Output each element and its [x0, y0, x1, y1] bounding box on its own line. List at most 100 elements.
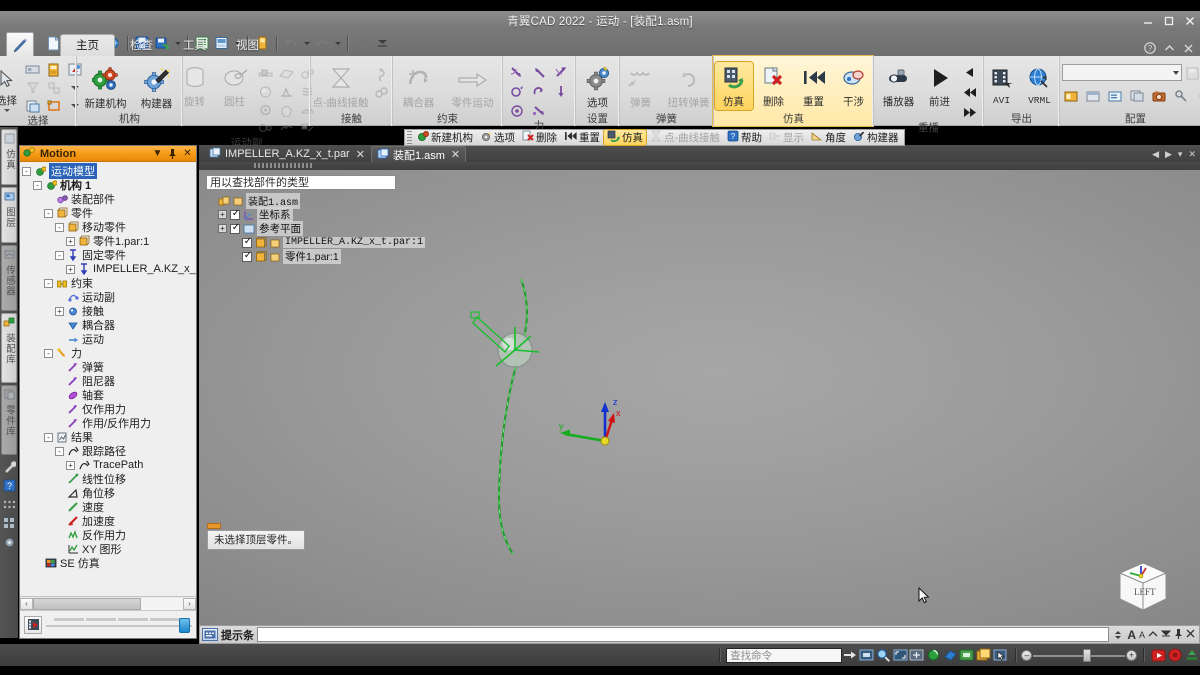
fb-simulate[interactable]: 仿真 — [603, 129, 647, 146]
fb-reset[interactable]: 重置 — [561, 130, 603, 145]
configuration-combo[interactable] — [1061, 64, 1182, 81]
fb-display[interactable]: 显示 — [766, 130, 807, 145]
minimize-button[interactable] — [1142, 15, 1154, 27]
revolute-joint-button[interactable]: 旋转 — [176, 62, 214, 110]
shaded-view-icon[interactable] — [959, 647, 976, 664]
tab-close-button[interactable]: ✕ — [1188, 149, 1196, 160]
wrench-tool-icon[interactable] — [1, 458, 17, 474]
builder-button[interactable]: 构建器 — [135, 64, 179, 112]
forward-button[interactable]: 前进 — [922, 62, 958, 110]
zoom-area-icon[interactable] — [875, 647, 892, 664]
vdock-tab-parts-library[interactable]: 零件库 — [1, 385, 17, 455]
point-curve-contact-button[interactable]: 点-曲线接触 — [313, 63, 369, 111]
config-edit-icon[interactable] — [1106, 87, 1126, 104]
cylindrical-joint-button[interactable]: 圆柱 — [216, 62, 254, 110]
undo-button[interactable] — [282, 33, 300, 53]
ribbon-minimize-icon[interactable] — [1164, 43, 1175, 57]
prompt-spin-down[interactable] — [1115, 635, 1122, 639]
view-style-icon[interactable] — [942, 647, 959, 664]
tree-expander[interactable]: + — [66, 460, 75, 470]
motion-tree-item[interactable]: 轴套 — [22, 388, 196, 402]
doc-tab-impeller-part[interactable]: IMPELLER_A.KZ_x_t.par ✕ — [203, 146, 371, 162]
timeline-icon[interactable] — [24, 615, 42, 634]
fit-view-icon[interactable] — [859, 647, 876, 664]
motion-tree-item[interactable]: - 结果 — [22, 430, 196, 444]
joint-spherical-icon[interactable] — [256, 83, 276, 100]
hscroll-thumb[interactable] — [33, 597, 141, 610]
help-icon[interactable]: ? — [1144, 42, 1156, 57]
rotate-view-icon[interactable] — [925, 647, 942, 664]
motion-panel-pin-button[interactable] — [167, 148, 178, 160]
motion-tree-item[interactable]: + 零件1.par:1 — [22, 234, 196, 248]
motion-tree-item[interactable]: - 移动零件 — [22, 220, 196, 234]
zoom-out-button[interactable]: – — [1021, 649, 1033, 661]
pathfinder-grip[interactable] — [254, 163, 314, 168]
tree-expander[interactable]: - — [44, 208, 53, 218]
record-icon[interactable] — [1150, 647, 1167, 664]
select-tool-icon[interactable] — [992, 647, 1009, 664]
select-filter-icon[interactable] — [23, 79, 43, 96]
collapse-button[interactable] — [1148, 630, 1158, 640]
fb-delete[interactable]: 删除 — [519, 130, 560, 145]
fb-builder[interactable]: 构建器 — [850, 130, 902, 145]
step-back-icon[interactable] — [960, 64, 980, 81]
tab-next-button[interactable]: ▶ — [1165, 149, 1172, 160]
pathfinder-grab-bar[interactable] — [199, 162, 1200, 170]
joint-slider-icon[interactable] — [256, 65, 276, 82]
motion-tree-item[interactable]: + 接触 — [22, 304, 196, 318]
fb-point-curve-contact[interactable]: 点-曲线接触 — [647, 130, 723, 145]
tree-expander[interactable]: + — [218, 224, 227, 233]
motion-tree-item[interactable]: 角位移 — [22, 486, 196, 500]
ribbon-tab-inspect[interactable]: 检查 — [115, 35, 168, 56]
tab-prev-button[interactable]: ◀ — [1152, 149, 1159, 160]
joint-cam-icon[interactable] — [277, 101, 297, 118]
tree-expander[interactable]: - — [44, 348, 53, 358]
tree-expander[interactable]: - — [55, 250, 64, 260]
motion-tree-item[interactable]: 装配部件 — [22, 192, 196, 206]
select-dropdown-caret[interactable] — [3, 109, 10, 112]
motion-tree-item[interactable]: 作用/反作用力 — [22, 416, 196, 430]
force-bushing-icon[interactable] — [529, 102, 549, 119]
doc-tab-assembly-close[interactable]: ✕ — [451, 148, 460, 161]
vdock-tab-sensor[interactable]: 传感器 — [1, 245, 17, 311]
ribbon-tab-view[interactable]: 视图 — [221, 35, 274, 56]
force-applied-icon[interactable] — [507, 64, 527, 81]
motion-tree-item[interactable]: 运动 — [22, 332, 196, 346]
increase-font-button[interactable]: A — [1127, 628, 1136, 642]
motion-tree-item[interactable]: 速度 — [22, 500, 196, 514]
decrease-font-button[interactable]: A — [1139, 630, 1145, 640]
new-mechanism-button[interactable]: 新建机构 — [81, 64, 131, 112]
common-views-icon[interactable] — [975, 647, 992, 664]
fb-options[interactable]: 选项 — [477, 130, 518, 145]
vdock-tab-simulation[interactable]: 仿真 — [1, 129, 17, 185]
export-avi-button[interactable]: AVI — [986, 63, 1018, 107]
prompt-spin-up[interactable] — [1115, 630, 1122, 634]
rewind-icon[interactable] — [960, 84, 980, 101]
simulate-button[interactable]: 仿真 — [713, 61, 754, 111]
select-part-icon[interactable] — [44, 61, 64, 78]
fb-new-mechanism[interactable]: 新建机构 — [414, 130, 476, 145]
motion-tree-item[interactable]: + IMPELLER_A.KZ_x_t.pa — [22, 262, 196, 276]
motion-timeline-slider[interactable] — [46, 616, 192, 634]
arrow-cursor-icon[interactable] — [0, 69, 15, 92]
ribbon-tab-home[interactable]: 主页 — [60, 34, 115, 56]
tree-expander[interactable]: - — [33, 180, 42, 190]
export-vrml-button[interactable]: VRML — [1022, 63, 1058, 107]
config-more-icon[interactable] — [1194, 87, 1200, 104]
select-copy-icon[interactable] — [23, 97, 43, 114]
interference-button[interactable]: 干涉 — [835, 62, 873, 110]
joint-belt-icon[interactable] — [256, 119, 276, 136]
doc-tab-impeller-close[interactable]: ✕ — [356, 148, 365, 161]
hscroll-track[interactable] — [33, 597, 183, 610]
timeline-knob[interactable] — [179, 617, 190, 633]
prompt-pin-button[interactable] — [1174, 628, 1183, 642]
config-pin-icon[interactable] — [1172, 87, 1192, 104]
tree-expander[interactable]: - — [22, 166, 31, 176]
motion-panel-close-button[interactable]: ✕ — [182, 148, 193, 160]
prompt-bar-input[interactable] — [257, 627, 1110, 642]
settings-gear-icon[interactable] — [1, 534, 17, 550]
config-copy-icon[interactable] — [1128, 87, 1148, 104]
vdock-tab-assembly-library[interactable]: 装配库 — [1, 313, 17, 383]
fb-help[interactable]: ? 帮助 — [724, 130, 765, 145]
prompt-spin-buttons[interactable] — [1112, 627, 1124, 642]
